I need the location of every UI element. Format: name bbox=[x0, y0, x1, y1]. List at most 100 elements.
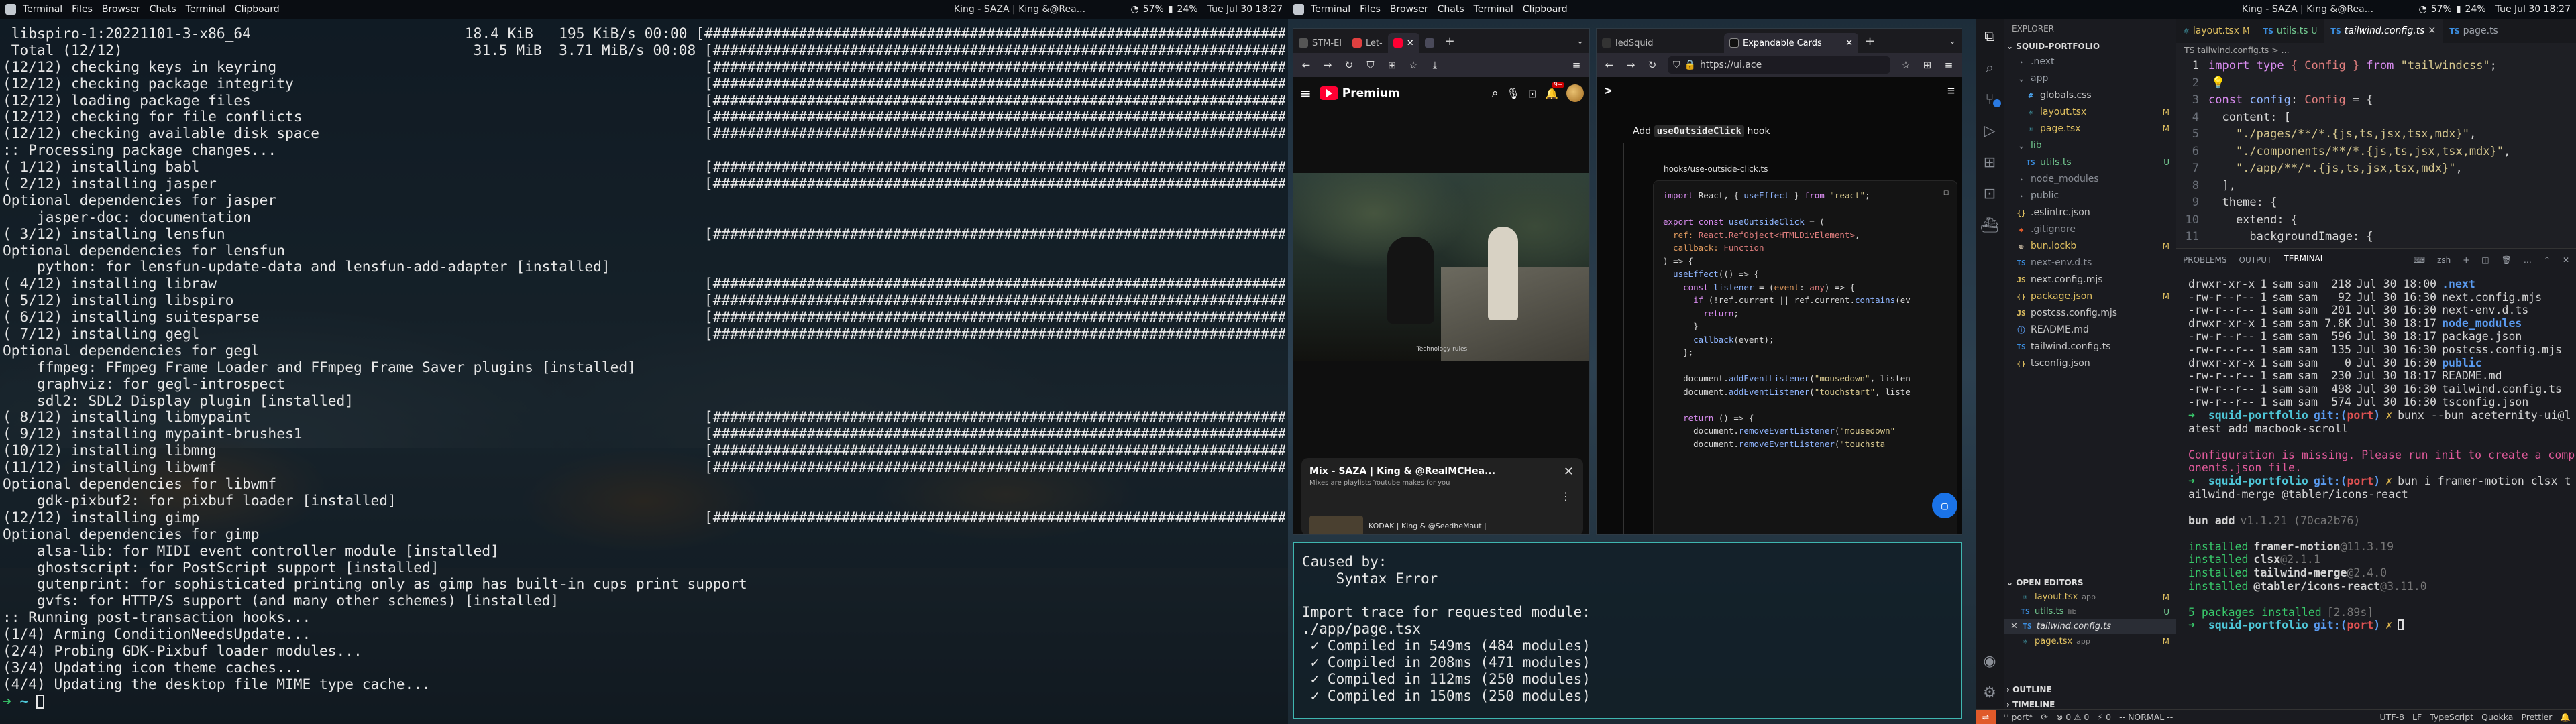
menu-item-4[interactable]: Terminal bbox=[186, 4, 225, 15]
tree-item[interactable]: › .next bbox=[2004, 54, 2176, 70]
search-icon[interactable]: ⌕ bbox=[1986, 60, 1994, 76]
browser-tab-active[interactable]: ✕ bbox=[1387, 33, 1419, 53]
ports-count[interactable]: ⚡ 0 bbox=[2097, 712, 2111, 722]
main-terminal[interactable]: libspiro-1:20221101-3-x86_64 18.4 KiB 19… bbox=[3, 25, 1285, 723]
tree-item[interactable]: ⌄ lib bbox=[2004, 137, 2176, 154]
bookmark-icon[interactable]: ☆ bbox=[1900, 59, 1912, 71]
menu-item-0[interactable]: Terminal bbox=[1311, 4, 1350, 15]
menu-item-1[interactable]: Files bbox=[72, 4, 93, 15]
menu-icon[interactable]: ≡ bbox=[1943, 59, 1955, 71]
tab-terminal[interactable]: TERMINAL bbox=[2284, 254, 2325, 265]
chat-bubble-icon[interactable]: ▢ bbox=[1932, 493, 1957, 518]
project-root[interactable]: ⌄ SQUID-PORTFOLIO bbox=[2004, 39, 2176, 54]
back-icon[interactable]: ← bbox=[1603, 59, 1615, 71]
tree-item[interactable]: ⓘ README.md bbox=[2004, 322, 2176, 339]
tree-item[interactable]: TS next-env.d.ts bbox=[2004, 255, 2176, 272]
reload-icon[interactable]: ↻ bbox=[1343, 59, 1355, 71]
tree-item[interactable]: JS postcss.config.mjs bbox=[2004, 305, 2176, 322]
reload-icon[interactable]: ↻ bbox=[1646, 59, 1658, 71]
new-tab-icon[interactable]: + bbox=[1865, 34, 1875, 48]
outline-section[interactable]: › OUTLINE bbox=[2004, 682, 2052, 697]
browser-tab[interactable]: Let- bbox=[1347, 33, 1388, 53]
notifications-icon[interactable]: 🔔 9+ bbox=[1545, 81, 1565, 100]
menu-item-5[interactable]: Clipboard bbox=[1523, 4, 1568, 15]
prettier-status[interactable]: Prettier bbox=[2521, 712, 2552, 722]
tree-item[interactable]: › public bbox=[2004, 188, 2176, 204]
encoding[interactable]: UTF-8 bbox=[2380, 712, 2404, 722]
bookmark-icon[interactable]: ☆ bbox=[1407, 59, 1419, 71]
forward-icon[interactable]: → bbox=[1625, 59, 1637, 71]
tab-close-icon[interactable]: ✕ bbox=[1845, 38, 1853, 48]
open-editor-item[interactable]: ⚛ layout.tsx app M bbox=[2004, 590, 2176, 605]
url-bar[interactable]: ⛉ 🔒 https://ui.ace bbox=[1668, 56, 1890, 74]
tree-item[interactable]: {} package.json M bbox=[2004, 288, 2176, 305]
extension-icon[interactable]: ⊞ bbox=[1921, 59, 1933, 71]
mix-card[interactable]: Mix - SAZA | King & @RealMCHea... Mixes … bbox=[1301, 458, 1583, 534]
search-icon[interactable]: ⌕ bbox=[1492, 86, 1499, 100]
close-icon[interactable]: ✕ bbox=[2010, 619, 2018, 634]
split-terminal-icon[interactable]: ◫ bbox=[2481, 255, 2489, 265]
menu-item-3[interactable]: Chats bbox=[150, 4, 176, 15]
tree-item[interactable]: ◆ .gitignore bbox=[2004, 221, 2176, 238]
remote-icon[interactable]: ⊡ bbox=[1984, 186, 1996, 202]
tree-item[interactable]: {} tsconfig.json bbox=[2004, 355, 2176, 372]
browser-tab[interactable] bbox=[1419, 33, 1440, 53]
editor-tab[interactable]: TS page.ts bbox=[2443, 19, 2505, 43]
tab-list-icon[interactable]: ⌄ bbox=[1949, 36, 1956, 46]
url-text[interactable]: https://ui.ace bbox=[1700, 60, 1762, 70]
files-icon[interactable]: ⧉ bbox=[1984, 28, 1995, 45]
tab-problems[interactable]: PROBLEMS bbox=[2183, 255, 2227, 265]
editor-content[interactable]: 1 import type { Config } from "tailwindcs… bbox=[2176, 58, 2576, 246]
settings-gear-icon[interactable]: ⚙ bbox=[1983, 684, 1996, 701]
menu-item-0[interactable]: Terminal bbox=[23, 4, 62, 15]
tab-close-icon[interactable]: ✕ bbox=[1407, 38, 1414, 48]
notifications-bell-icon[interactable]: 🔔 bbox=[2560, 712, 2571, 723]
branch-indicator[interactable]: ⑂ port* bbox=[2004, 712, 2033, 722]
remote-indicator[interactable]: ⇌ bbox=[1976, 710, 1996, 724]
docker-icon[interactable]: ⛴ bbox=[1980, 217, 1999, 234]
microphone-icon[interactable]: 🎙 bbox=[1506, 87, 1519, 100]
kill-terminal-icon[interactable]: 🗑 bbox=[2502, 255, 2512, 265]
browser-tab[interactable]: ledSquid bbox=[1597, 33, 1724, 53]
video-player[interactable]: Technology rules bbox=[1293, 173, 1589, 361]
menu-item-3[interactable]: Chats bbox=[1438, 4, 1464, 15]
tree-item[interactable]: ⚛ page.tsx M bbox=[2004, 121, 2176, 137]
tree-item[interactable]: ⚛ layout.tsx M bbox=[2004, 104, 2176, 121]
download-icon[interactable]: ⤓ bbox=[1429, 59, 1441, 71]
clock[interactable]: Tue Jul 30 18:27 bbox=[1208, 4, 1283, 15]
menu-item-5[interactable]: Clipboard bbox=[235, 4, 280, 15]
open-editor-item[interactable]: ✕ TS tailwind.config.ts bbox=[2004, 619, 2176, 634]
copy-icon[interactable]: ⧉ bbox=[1943, 188, 1949, 198]
menu-item-1[interactable]: Files bbox=[1360, 4, 1381, 15]
youtube-logo-icon[interactable] bbox=[1319, 86, 1338, 100]
sync-icon[interactable]: ⟳ bbox=[2041, 712, 2047, 722]
menu-item-2[interactable]: Browser bbox=[102, 4, 140, 15]
site-menu-icon[interactable]: ≡ bbox=[1947, 84, 1955, 98]
language-mode[interactable]: TypeScript bbox=[2430, 712, 2473, 722]
close-icon[interactable]: ✕ bbox=[1564, 465, 1574, 479]
wifi-icon[interactable]: ◔ bbox=[1130, 4, 1138, 15]
media-title[interactable]: King - SAZA | King &@Rea... bbox=[954, 4, 1085, 15]
integrated-terminal[interactable]: drwxr-xr-x 1 sam sam 218 Jul 30 18:00 .next -rw… bbox=[2188, 278, 2575, 632]
terminal-prompt[interactable]: ➜ ~ bbox=[3, 692, 1285, 710]
problems-count[interactable]: ⊗ 0 ⚠ 0 bbox=[2056, 712, 2090, 722]
tree-item[interactable]: ◍ bun.lockb M bbox=[2004, 238, 2176, 255]
eol[interactable]: LF bbox=[2412, 712, 2422, 722]
tab-list-icon[interactable]: ⌄ bbox=[1576, 36, 1584, 46]
browser-tab-active[interactable]: Expandable Cards ✕ bbox=[1724, 33, 1858, 53]
menu-icon[interactable]: ≡ bbox=[1570, 59, 1582, 71]
shield-icon[interactable]: ⛉ bbox=[1673, 60, 1680, 70]
menu-item-2[interactable]: Browser bbox=[1390, 4, 1428, 15]
more-actions-icon[interactable]: … bbox=[2524, 255, 2532, 265]
clock[interactable]: Tue Jul 30 18:27 bbox=[2496, 4, 2571, 15]
forward-icon[interactable]: → bbox=[1322, 59, 1334, 71]
extension-icon[interactable]: ⊞ bbox=[1386, 59, 1398, 71]
tree-item[interactable]: ⌄ app bbox=[2004, 70, 2176, 87]
tree-item[interactable]: # globals.css bbox=[2004, 87, 2176, 104]
close-panel-icon[interactable]: ✕ bbox=[2563, 255, 2569, 265]
new-terminal-icon[interactable]: + bbox=[2463, 255, 2469, 265]
lightbulb-icon[interactable]: 💡 bbox=[2211, 75, 2225, 93]
tree-item[interactable]: › node_modules bbox=[2004, 171, 2176, 188]
hamburger-menu-icon[interactable]: ≡ bbox=[1300, 85, 1311, 101]
close-icon[interactable]: ✕ bbox=[2428, 25, 2436, 36]
